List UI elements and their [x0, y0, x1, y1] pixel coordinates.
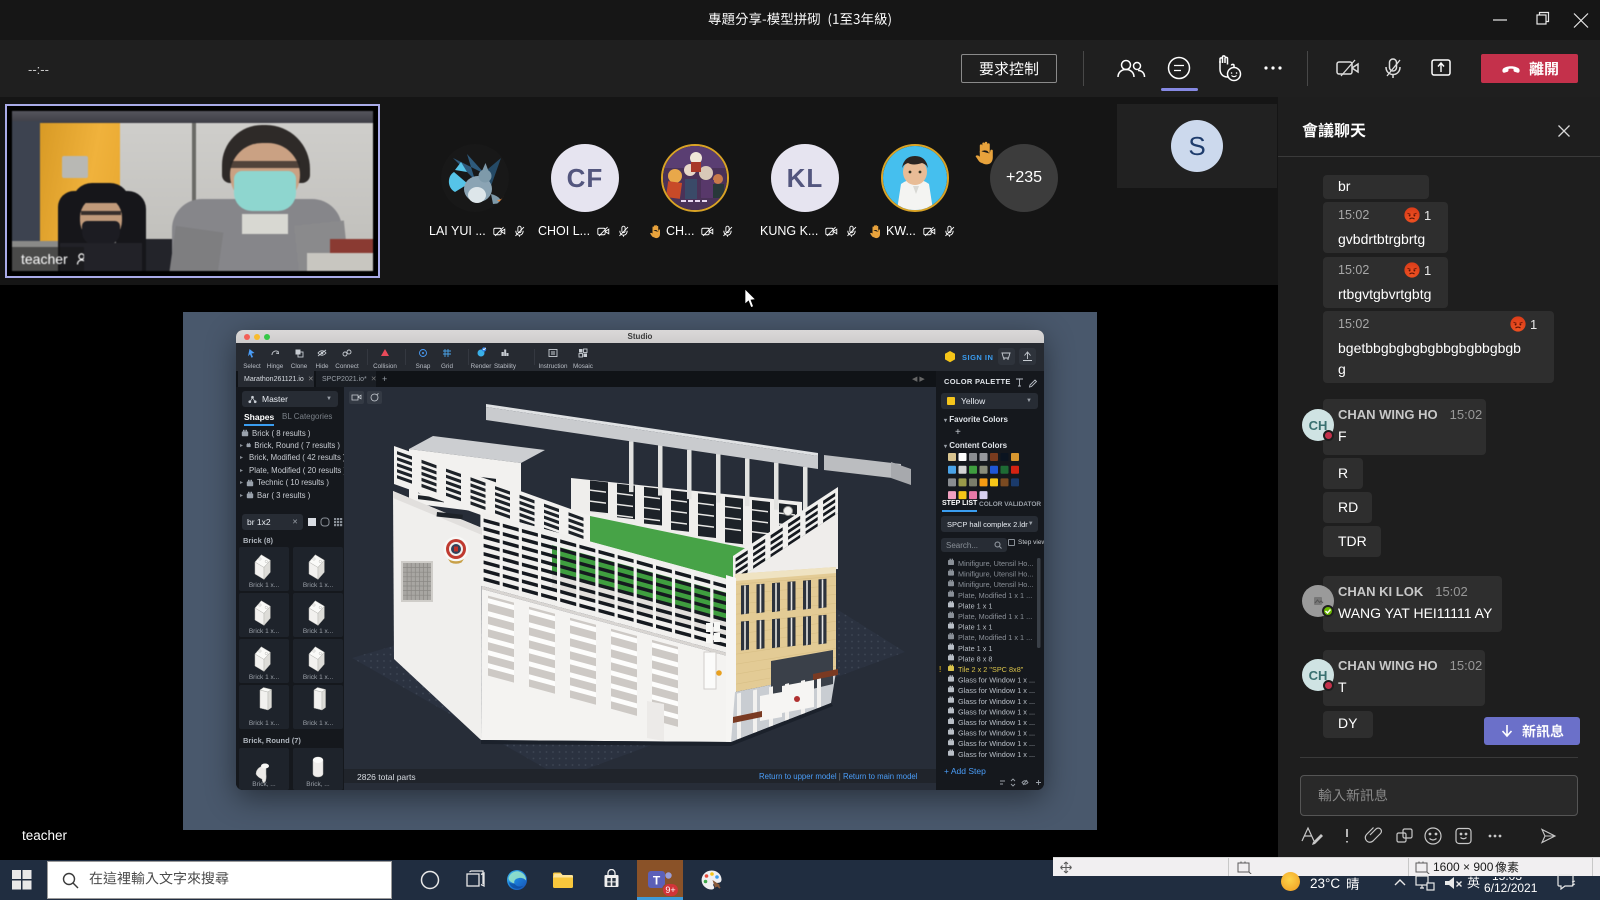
svg-text:Glass for Window 1 x ...: Glass for Window 1 x ...: [958, 718, 1035, 727]
svg-text:Plate 1 x 1: Plate 1 x 1: [958, 623, 992, 632]
svg-text:Brick, Round (7): Brick, Round (7): [243, 736, 301, 745]
svg-text:Brick 1 x...: Brick 1 x...: [303, 720, 334, 727]
svg-text:Glass for Window 1 x ...: Glass for Window 1 x ...: [958, 686, 1035, 695]
svg-text:Snap: Snap: [416, 363, 431, 370]
svg-text:Brick 1 x...: Brick 1 x...: [303, 582, 334, 589]
svg-text:Glass for Window 1 x ...: Glass for Window 1 x ...: [958, 739, 1035, 748]
svg-text:Collision: Collision: [373, 363, 397, 370]
svg-text:Glass for Window 1 x ...: Glass for Window 1 x ...: [958, 750, 1035, 759]
svg-text:Plate 1 x 1: Plate 1 x 1: [958, 601, 992, 610]
svg-text:Brick 1 x...: Brick 1 x...: [249, 582, 280, 589]
svg-text:Mosaic: Mosaic: [573, 363, 593, 370]
svg-text:Brick 1 x...: Brick 1 x...: [303, 628, 334, 635]
svg-text:Glass for Window 1 x ...: Glass for Window 1 x ...: [958, 707, 1035, 716]
svg-text:Minifigure, Utensil Ho...: Minifigure, Utensil Ho...: [958, 570, 1033, 579]
svg-text:!: !: [939, 665, 941, 674]
svg-text:Clone: Clone: [291, 363, 308, 370]
svg-text:SIGN IN: SIGN IN: [962, 353, 993, 362]
svg-text:Tile 2 x 2 "SPC 8x8": Tile 2 x 2 "SPC 8x8": [958, 665, 1024, 674]
svg-text:T: T: [653, 874, 661, 888]
svg-text:Grid: Grid: [441, 363, 453, 370]
svg-text:Connect: Connect: [335, 363, 359, 370]
svg-text:Brick 1 x...: Brick 1 x...: [249, 720, 280, 727]
svg-text:Select: Select: [243, 363, 261, 370]
svg-text:Glass for Window 1 x ...: Glass for Window 1 x ...: [958, 697, 1035, 706]
svg-text:Render: Render: [471, 363, 492, 370]
svg-text:Plate 1 x 1: Plate 1 x 1: [958, 644, 992, 653]
svg-text:Glass for Window 1 x ...: Glass for Window 1 x ...: [958, 729, 1035, 738]
svg-text:Instruction: Instruction: [538, 363, 568, 370]
svg-text:Hinge: Hinge: [267, 363, 284, 370]
svg-text:Brick 1 x...: Brick 1 x...: [249, 674, 280, 681]
svg-text:Stability: Stability: [494, 363, 517, 370]
svg-text:Glass for Window 1 x ...: Glass for Window 1 x ...: [958, 676, 1035, 685]
svg-text:Plate, Modified 1 x 1 ...: Plate, Modified 1 x 1 ...: [958, 591, 1032, 600]
svg-text:Minifigure, Utensil Ho...: Minifigure, Utensil Ho...: [958, 559, 1033, 568]
svg-text:Hide: Hide: [316, 363, 329, 370]
svg-text:Plate, Modified 1 x 1 ...: Plate, Modified 1 x 1 ...: [958, 612, 1032, 621]
svg-text:Brick, ...: Brick, ...: [252, 781, 276, 788]
svg-text:Brick 1 x...: Brick 1 x...: [249, 628, 280, 635]
svg-text:Minifigure, Utensil Ho...: Minifigure, Utensil Ho...: [958, 580, 1033, 589]
svg-text:Plate 8 x 8: Plate 8 x 8: [958, 654, 992, 663]
svg-text:Plate, Modified 1 x 1 ...: Plate, Modified 1 x 1 ...: [958, 633, 1032, 642]
svg-text:Brick 1 x...: Brick 1 x...: [303, 674, 334, 681]
svg-text:Brick, ...: Brick, ...: [306, 781, 330, 788]
